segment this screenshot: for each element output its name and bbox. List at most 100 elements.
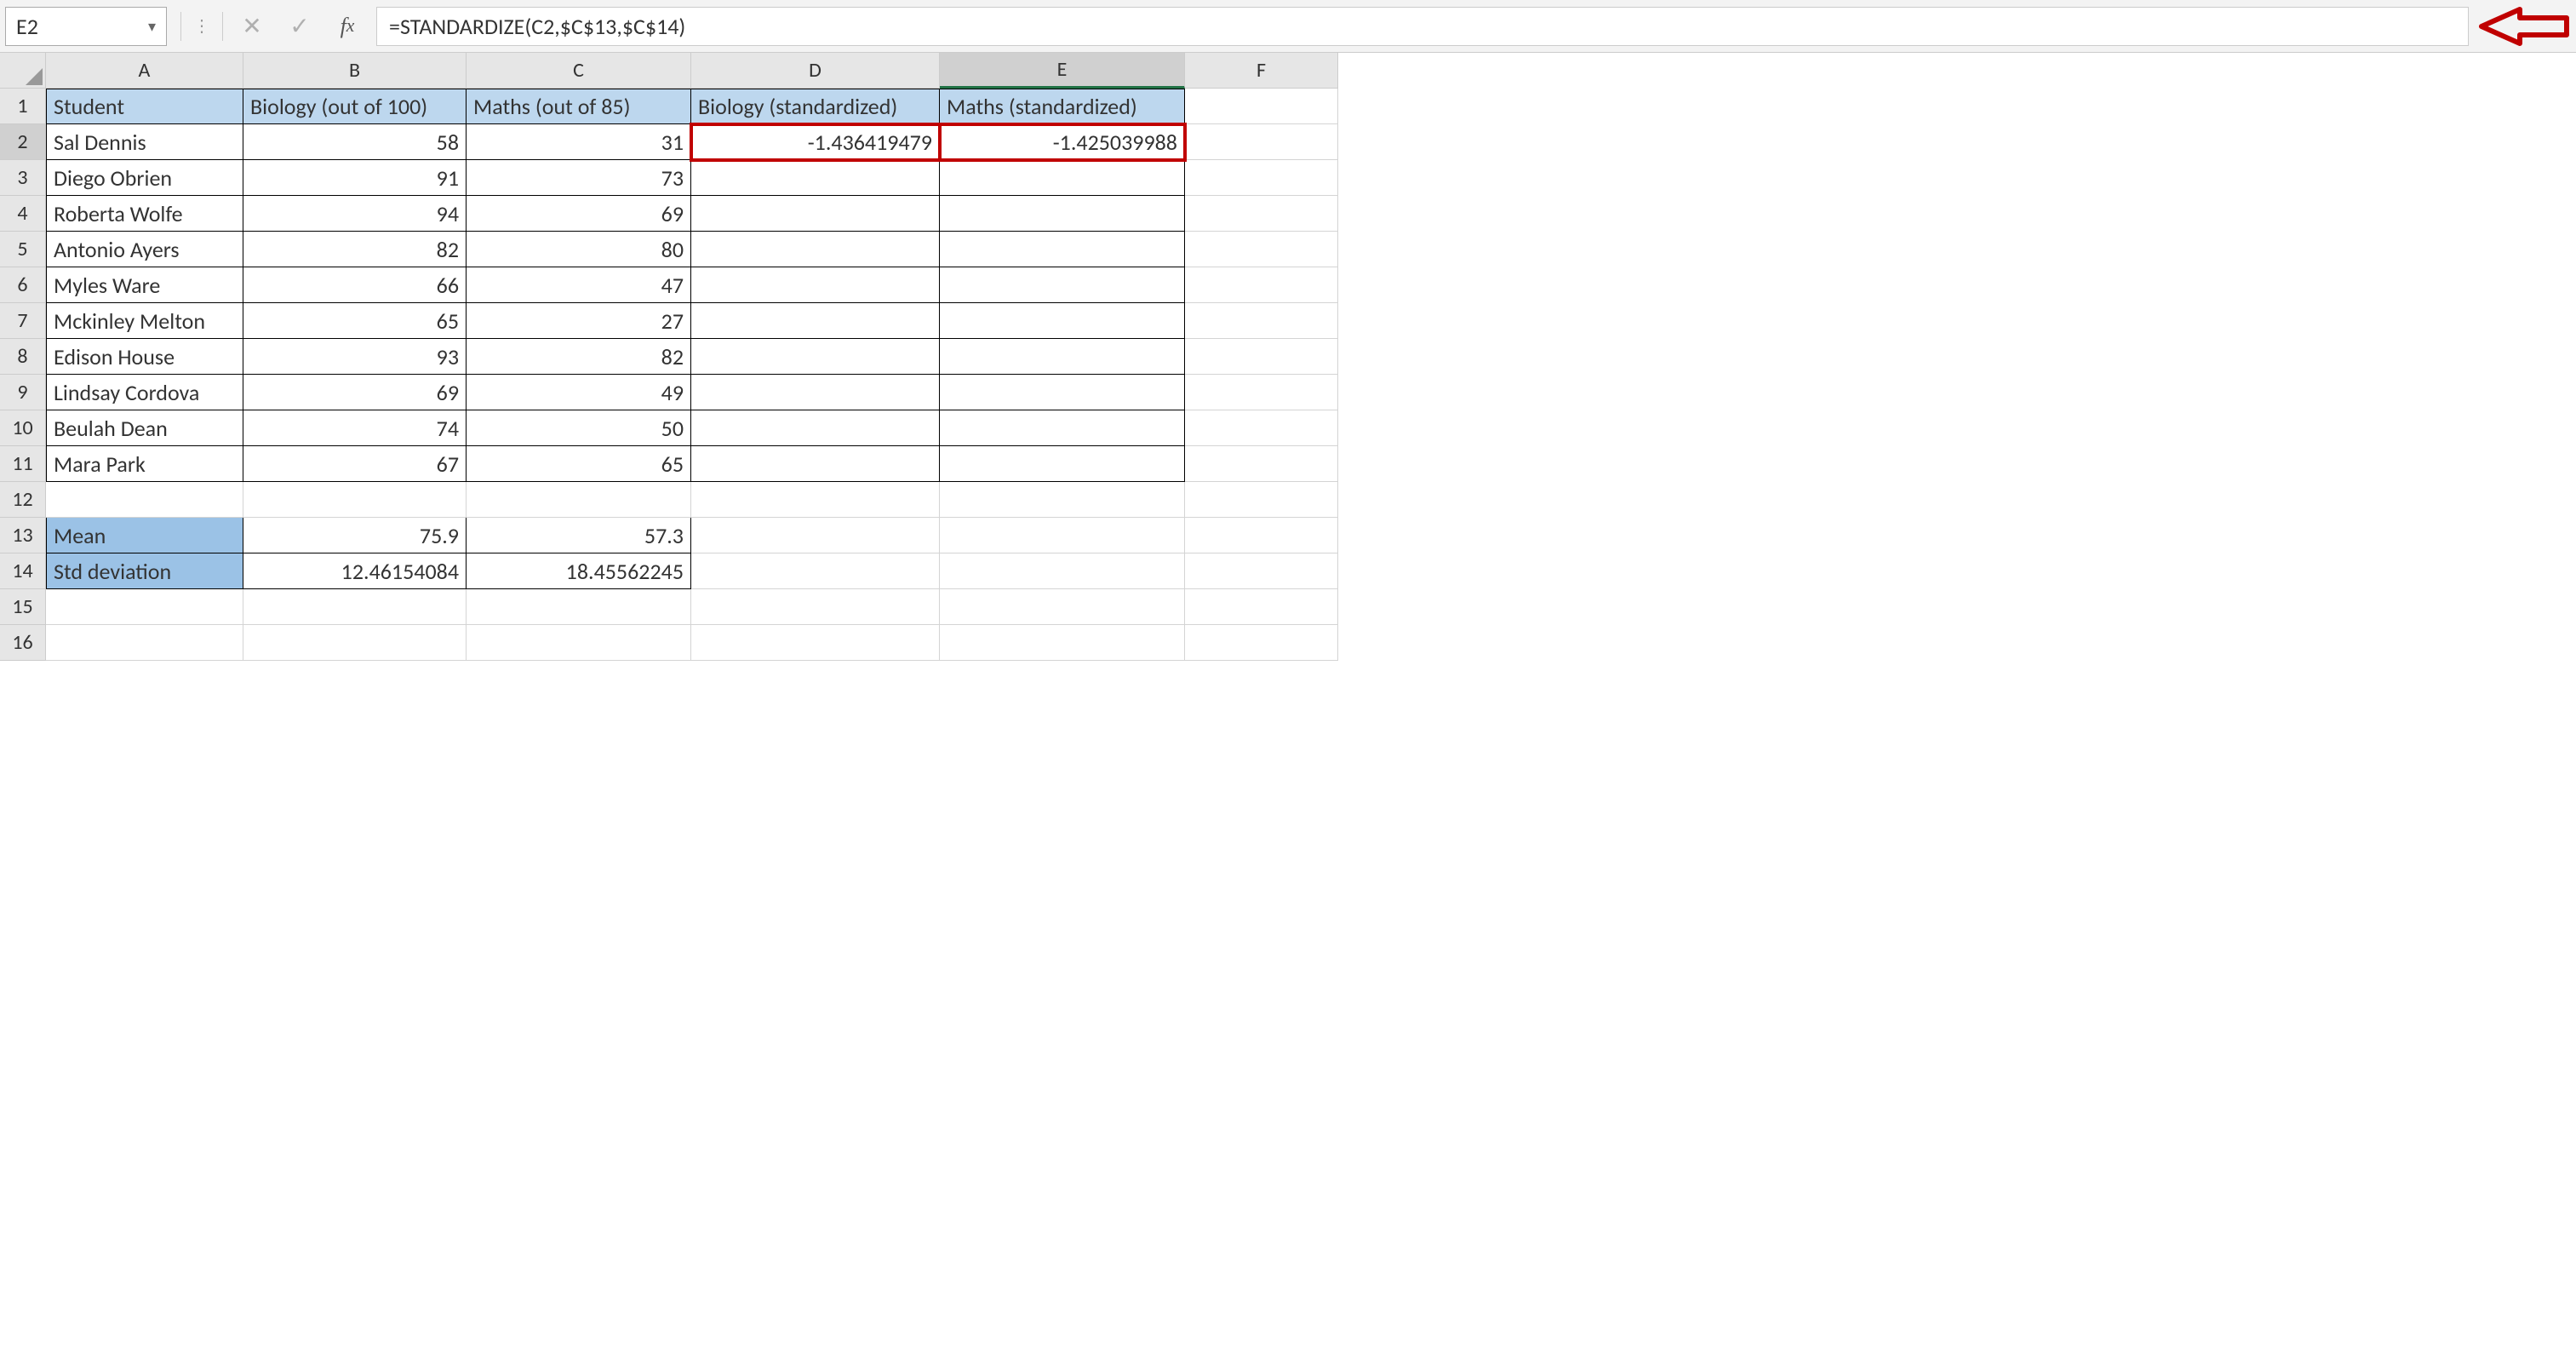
cell-math-std[interactable] <box>940 267 1185 303</box>
cell-student[interactable]: Mara Park <box>46 446 243 482</box>
cell-B16[interactable] <box>243 625 467 661</box>
cell-F15[interactable] <box>1185 589 1338 625</box>
row-header-9[interactable]: 9 <box>0 375 46 410</box>
cell-D12[interactable] <box>691 482 940 518</box>
cell-E14[interactable] <box>940 553 1185 589</box>
cell-student[interactable]: Roberta Wolfe <box>46 196 243 232</box>
cell-math[interactable]: 47 <box>467 267 691 303</box>
cell-A16[interactable] <box>46 625 243 661</box>
cell-D16[interactable] <box>691 625 940 661</box>
col-header-D[interactable]: D <box>691 53 940 89</box>
cell-student[interactable]: Sal Dennis <box>46 124 243 160</box>
std-bio[interactable]: 12.46154084 <box>243 553 467 589</box>
cell-bio[interactable]: 66 <box>243 267 467 303</box>
spreadsheet-grid[interactable]: A B C D E F 1 Student Biology (out of 10… <box>0 53 2576 661</box>
cell-C16[interactable] <box>467 625 691 661</box>
cell-math-std[interactable] <box>940 232 1185 267</box>
cell-student[interactable]: Edison House <box>46 339 243 375</box>
cell-math-std[interactable] <box>940 303 1185 339</box>
cell-math[interactable]: 49 <box>467 375 691 410</box>
cell-B12[interactable] <box>243 482 467 518</box>
row-header-5[interactable]: 5 <box>0 232 46 267</box>
cell-math[interactable]: 80 <box>467 232 691 267</box>
cell-A15[interactable] <box>46 589 243 625</box>
cell-A12[interactable] <box>46 482 243 518</box>
cell-C15[interactable] <box>467 589 691 625</box>
cell-student[interactable]: Mckinley Melton <box>46 303 243 339</box>
cell-F14[interactable] <box>1185 553 1338 589</box>
cell-bio-std[interactable] <box>691 339 940 375</box>
name-box[interactable]: E2 ▾ <box>5 7 167 46</box>
row-header-7[interactable]: 7 <box>0 303 46 339</box>
cell-student[interactable]: Beulah Dean <box>46 410 243 446</box>
header-biology[interactable]: Biology (out of 100) <box>243 89 467 124</box>
header-student[interactable]: Student <box>46 89 243 124</box>
cell-bio-std[interactable] <box>691 160 940 196</box>
cell-E12[interactable] <box>940 482 1185 518</box>
cell-bio-std[interactable] <box>691 267 940 303</box>
header-bio-std[interactable]: Biology (standardized) <box>691 89 940 124</box>
cell-F5[interactable] <box>1185 232 1338 267</box>
cell-F11[interactable] <box>1185 446 1338 482</box>
cell-F6[interactable] <box>1185 267 1338 303</box>
std-math[interactable]: 18.45562245 <box>467 553 691 589</box>
cell-bio[interactable]: 94 <box>243 196 467 232</box>
cell-F16[interactable] <box>1185 625 1338 661</box>
row-header-11[interactable]: 11 <box>0 446 46 482</box>
cell-C12[interactable] <box>467 482 691 518</box>
col-header-B[interactable]: B <box>243 53 467 89</box>
cancel-icon[interactable]: ✕ <box>228 9 276 44</box>
col-header-A[interactable]: A <box>46 53 243 89</box>
cell-math-std[interactable] <box>940 160 1185 196</box>
cell-E15[interactable] <box>940 589 1185 625</box>
cell-F1[interactable] <box>1185 89 1338 124</box>
row-header-6[interactable]: 6 <box>0 267 46 303</box>
cell-D15[interactable] <box>691 589 940 625</box>
row-header-15[interactable]: 15 <box>0 589 46 625</box>
cell-bio-std[interactable] <box>691 196 940 232</box>
cell-math[interactable]: 27 <box>467 303 691 339</box>
row-header-13[interactable]: 13 <box>0 518 46 553</box>
fx-icon[interactable]: fx <box>323 9 371 44</box>
std-label[interactable]: Std deviation <box>46 553 243 589</box>
cell-B15[interactable] <box>243 589 467 625</box>
header-math-std[interactable]: Maths (standardized) <box>940 89 1185 124</box>
cell-math-std[interactable] <box>940 339 1185 375</box>
mean-bio[interactable]: 75.9 <box>243 518 467 553</box>
cell-F2[interactable] <box>1185 124 1338 160</box>
row-header-4[interactable]: 4 <box>0 196 46 232</box>
cell-student[interactable]: Lindsay Cordova <box>46 375 243 410</box>
cell-bio[interactable]: 67 <box>243 446 467 482</box>
cell-bio[interactable]: 82 <box>243 232 467 267</box>
cell-F7[interactable] <box>1185 303 1338 339</box>
cell-math[interactable]: 50 <box>467 410 691 446</box>
col-header-C[interactable]: C <box>467 53 691 89</box>
row-header-1[interactable]: 1 <box>0 89 46 124</box>
cell-bio-std[interactable] <box>691 232 940 267</box>
cell-math[interactable]: 82 <box>467 339 691 375</box>
cell-bio-std[interactable] <box>691 303 940 339</box>
cell-math-std[interactable] <box>940 375 1185 410</box>
row-header-14[interactable]: 14 <box>0 553 46 589</box>
select-all-corner[interactable] <box>0 53 46 89</box>
cell-E13[interactable] <box>940 518 1185 553</box>
cell-math[interactable]: 65 <box>467 446 691 482</box>
col-header-F[interactable]: F <box>1185 53 1338 89</box>
cell-F4[interactable] <box>1185 196 1338 232</box>
cell-math-std[interactable]: -1.425039988 <box>940 124 1185 160</box>
cell-math-std[interactable] <box>940 446 1185 482</box>
mean-label[interactable]: Mean <box>46 518 243 553</box>
name-box-dropdown-icon[interactable]: ▾ <box>148 17 156 36</box>
cell-E16[interactable] <box>940 625 1185 661</box>
cell-bio-std[interactable]: -1.436419479 <box>691 124 940 160</box>
mean-math[interactable]: 57.3 <box>467 518 691 553</box>
row-header-3[interactable]: 3 <box>0 160 46 196</box>
col-header-E[interactable]: E <box>940 53 1185 89</box>
cell-bio-std[interactable] <box>691 446 940 482</box>
row-header-16[interactable]: 16 <box>0 625 46 661</box>
cell-F10[interactable] <box>1185 410 1338 446</box>
cell-bio[interactable]: 69 <box>243 375 467 410</box>
cell-D14[interactable] <box>691 553 940 589</box>
cell-D13[interactable] <box>691 518 940 553</box>
cell-math-std[interactable] <box>940 196 1185 232</box>
